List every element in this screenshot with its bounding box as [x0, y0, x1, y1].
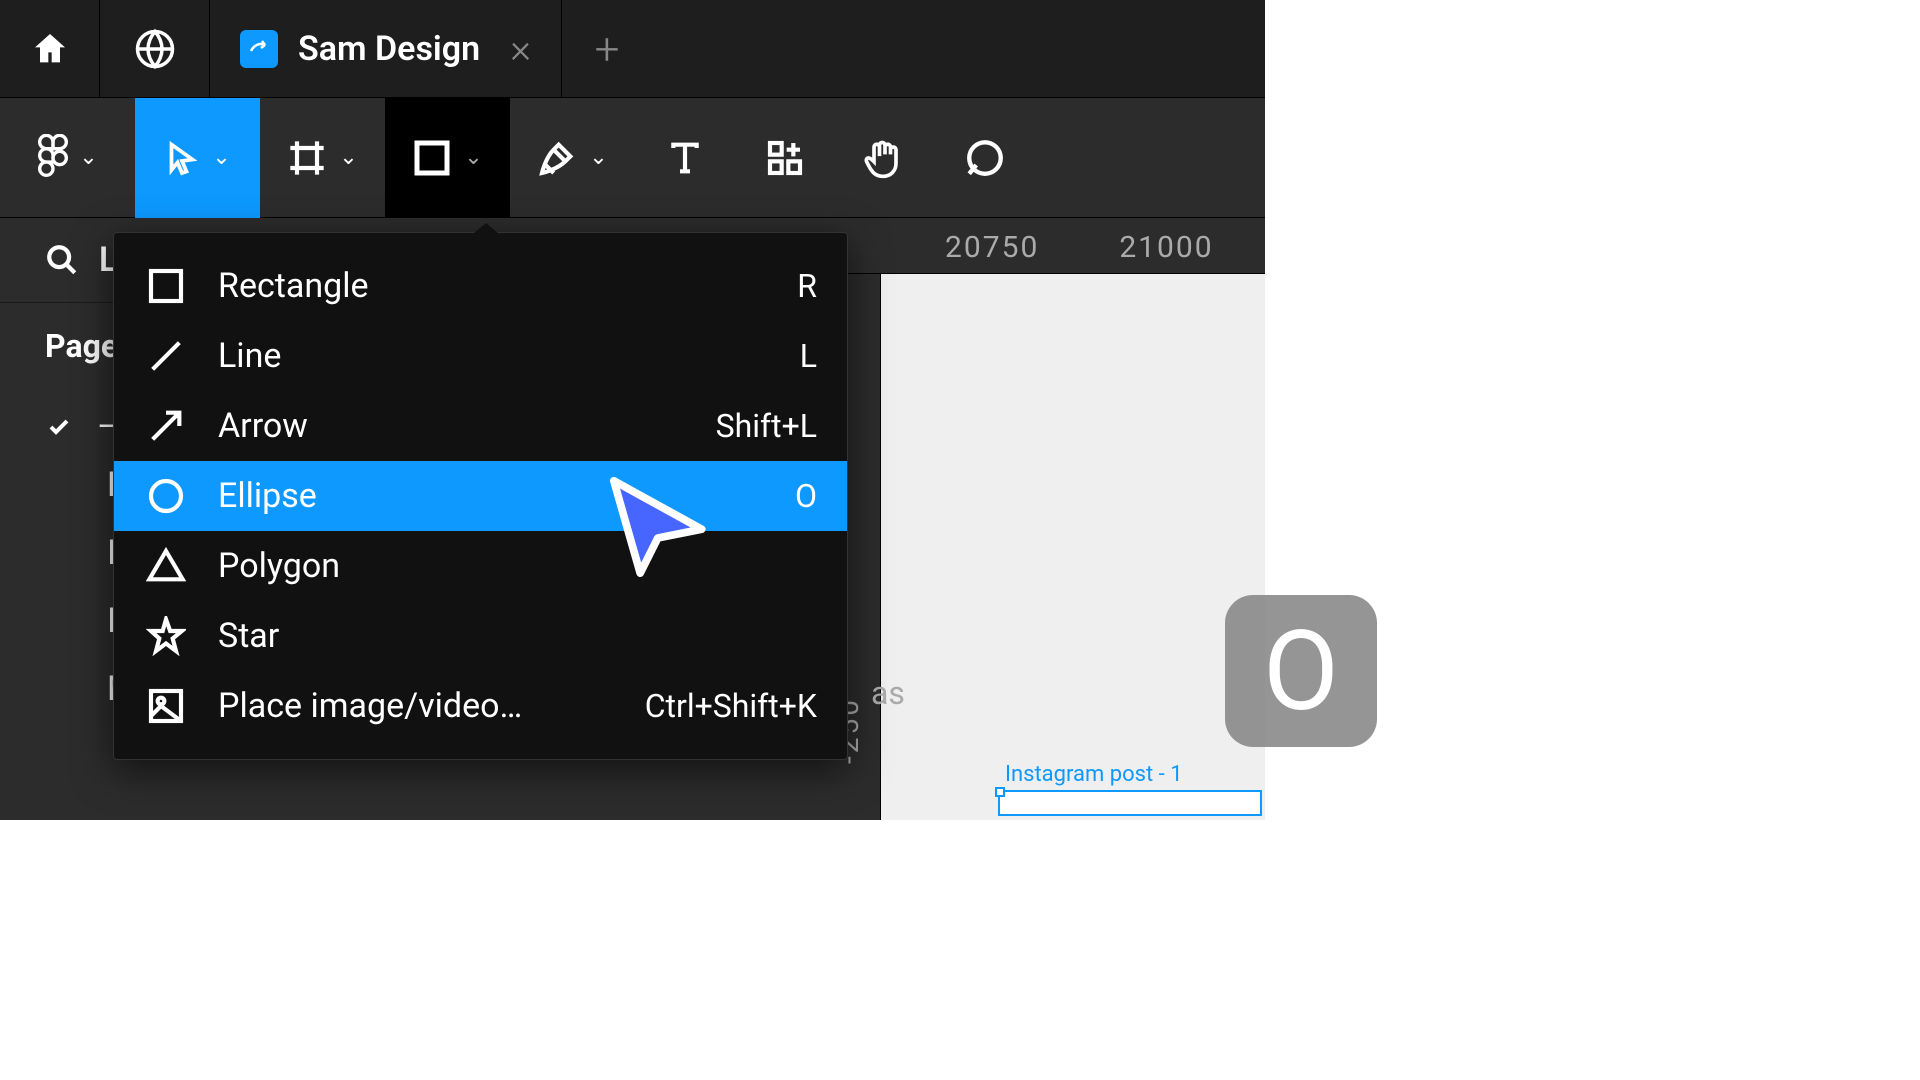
frame-tool-button[interactable]: ⌄	[260, 98, 385, 218]
menu-item-label: Arrow	[218, 406, 686, 446]
comment-icon	[964, 137, 1006, 179]
community-tab[interactable]	[100, 0, 210, 98]
globe-icon	[134, 28, 176, 70]
pen-tool-button[interactable]: ⌄	[510, 98, 635, 218]
selected-frame[interactable]	[998, 790, 1262, 816]
toolbar: ⌄ ⌄ ⌄ ⌄ ⌄	[0, 98, 1265, 218]
file-icon	[240, 30, 278, 68]
resources-icon	[765, 138, 805, 178]
chevron-down-icon: ⌄	[212, 145, 230, 170]
menu-item-polygon[interactable]: Polygon	[114, 531, 847, 601]
menu-item-star[interactable]: Star	[114, 601, 847, 671]
rectangle-icon	[144, 264, 188, 308]
menu-item-label: Star	[218, 616, 787, 656]
new-tab-button[interactable]: +	[562, 0, 652, 98]
frame-label[interactable]: Instagram post - 1	[1005, 762, 1183, 787]
hand-tool-button[interactable]	[835, 98, 935, 218]
menu-item-shortcut: R	[797, 267, 817, 305]
ruler-tick-label: 21000	[1119, 230, 1213, 265]
line-icon	[144, 334, 188, 378]
menu-item-place-image[interactable]: Place image/video… Ctrl+Shift+K	[114, 671, 847, 741]
frame-icon	[287, 138, 327, 178]
resources-tool-button[interactable]	[735, 98, 835, 218]
polygon-icon	[144, 544, 188, 588]
home-icon	[30, 29, 70, 69]
keypress-indicator: O	[1225, 595, 1377, 747]
menu-item-ellipse[interactable]: Ellipse O	[114, 461, 847, 531]
ruler-horizontal: 20750 21000	[825, 218, 1265, 274]
ellipse-icon	[144, 474, 188, 518]
text-tool-button[interactable]	[635, 98, 735, 218]
canvas[interactable]: 20750 21000 -250 as	[825, 218, 1265, 820]
file-tab[interactable]: Sam Design ×	[210, 0, 562, 98]
check-icon	[45, 415, 73, 439]
shape-tool-menu: Rectangle R Line L Arrow Shift+L Ellipse…	[113, 232, 848, 760]
menu-item-label: Polygon	[218, 546, 787, 586]
ruler-tick-label: 20750	[945, 230, 1039, 265]
resize-handle[interactable]	[995, 787, 1005, 797]
move-tool-button[interactable]: ⌄	[135, 98, 260, 218]
shape-tool-button[interactable]: ⌄	[385, 98, 510, 218]
chevron-down-icon: ⌄	[589, 145, 607, 170]
menu-item-line[interactable]: Line L	[114, 321, 847, 391]
menu-item-shortcut: O	[795, 477, 817, 515]
home-tab[interactable]	[0, 0, 100, 98]
menu-item-shortcut: L	[800, 337, 817, 375]
tab-bar: Sam Design × +	[0, 0, 1265, 98]
menu-item-label: Place image/video…	[218, 686, 615, 726]
move-icon	[164, 138, 200, 178]
arrow-icon	[144, 404, 188, 448]
menu-item-label: Line	[218, 336, 770, 376]
star-icon	[144, 614, 188, 658]
rectangle-icon	[412, 138, 452, 178]
image-icon	[144, 684, 188, 728]
close-tab-button[interactable]: ×	[510, 25, 531, 72]
comment-tool-button[interactable]	[935, 98, 1035, 218]
pen-icon	[537, 138, 577, 178]
menu-item-label: Rectangle	[218, 266, 767, 306]
canvas-viewport[interactable]: as	[881, 274, 1265, 820]
key-char: O	[1263, 607, 1339, 736]
menu-item-label: Ellipse	[218, 476, 765, 516]
menu-item-rectangle[interactable]: Rectangle R	[114, 251, 847, 321]
chevron-down-icon: ⌄	[464, 145, 482, 170]
menu-item-arrow[interactable]: Arrow Shift+L	[114, 391, 847, 461]
canvas-object-label: as	[871, 674, 905, 712]
chevron-down-icon: ⌄	[79, 145, 97, 170]
menu-item-shortcut: Shift+L	[716, 407, 817, 445]
menu-item-shortcut: Ctrl+Shift+K	[645, 687, 817, 725]
text-icon	[665, 138, 705, 178]
hand-icon	[863, 136, 907, 180]
search-icon	[45, 243, 79, 277]
figma-logo-icon	[37, 134, 69, 182]
chevron-down-icon: ⌄	[339, 145, 357, 170]
file-name: Sam Design	[298, 29, 480, 69]
main-menu-button[interactable]: ⌄	[0, 98, 135, 218]
